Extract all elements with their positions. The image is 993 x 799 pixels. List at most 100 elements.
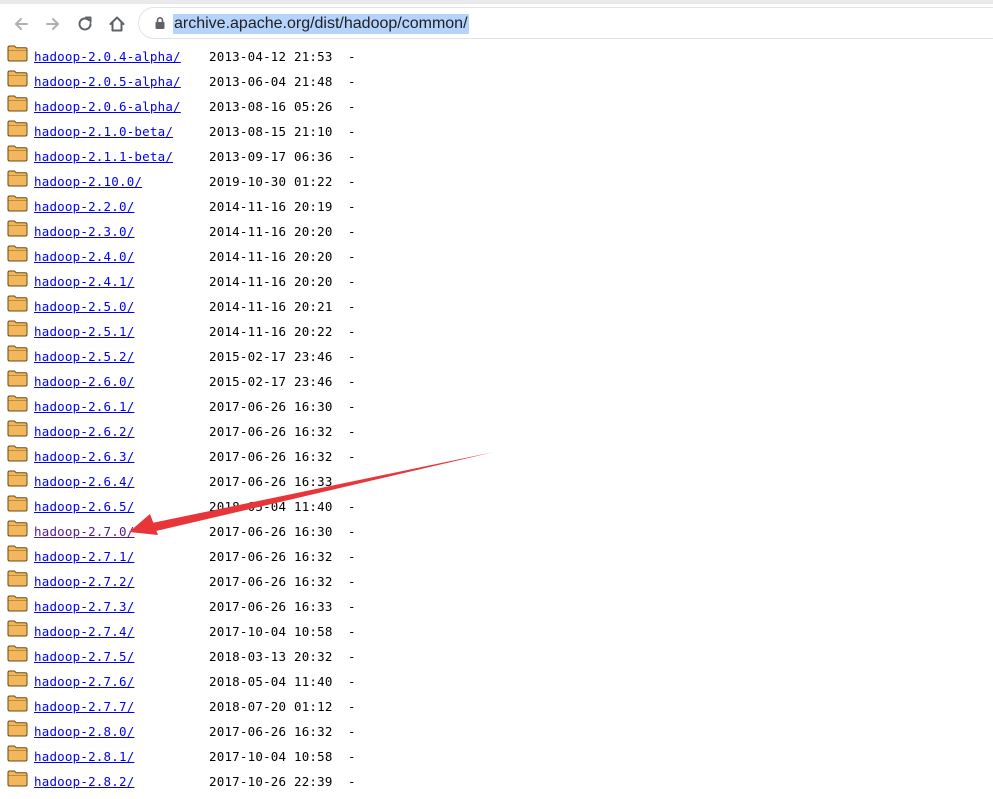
file-size: - xyxy=(348,499,356,514)
folder-link[interactable]: hadoop-2.6.0/ xyxy=(34,375,134,389)
folder-link[interactable]: hadoop-2.0.5-alpha/ xyxy=(34,75,181,89)
file-size: - xyxy=(348,774,356,789)
modified-date: 2017-06-26 16:30 xyxy=(209,399,333,414)
reload-icon xyxy=(78,16,92,31)
folder-icon xyxy=(7,470,28,487)
file-size: - xyxy=(348,474,356,489)
address-bar[interactable]: archive.apache.org/dist/hadoop/common/ xyxy=(138,7,993,39)
forward-button[interactable] xyxy=(39,10,67,38)
modified-date: 2018-03-13 20:32 xyxy=(209,649,333,664)
file-size: - xyxy=(348,749,356,764)
folder-icon xyxy=(7,170,28,187)
folder-link[interactable]: hadoop-2.7.5/ xyxy=(34,650,134,664)
list-item: hadoop-2.6.2/2017-06-26 16:32- xyxy=(0,415,993,440)
list-item: hadoop-2.6.1/2017-06-26 16:30- xyxy=(0,390,993,415)
modified-date: 2017-06-26 16:30 xyxy=(209,524,333,539)
list-item: hadoop-2.7.5/2018-03-13 20:32- xyxy=(0,640,993,665)
folder-link[interactable]: hadoop-2.0.4-alpha/ xyxy=(34,50,181,64)
folder-link[interactable]: hadoop-2.4.0/ xyxy=(34,250,134,264)
list-item: hadoop-2.7.1/2017-06-26 16:32- xyxy=(0,540,993,565)
folder-link[interactable]: hadoop-2.7.6/ xyxy=(34,675,134,689)
folder-icon xyxy=(7,270,28,287)
back-button[interactable] xyxy=(7,10,35,38)
folder-link[interactable]: hadoop-2.4.1/ xyxy=(34,275,134,289)
folder-icon xyxy=(7,345,28,362)
modified-date: 2017-06-26 16:32 xyxy=(209,549,333,564)
folder-link[interactable]: hadoop-2.8.2/ xyxy=(34,775,134,789)
folder-icon xyxy=(7,545,28,562)
folder-link[interactable]: hadoop-2.5.1/ xyxy=(34,325,134,339)
url-text[interactable]: archive.apache.org/dist/hadoop/common/ xyxy=(173,14,469,34)
file-size: - xyxy=(348,674,356,689)
file-size: - xyxy=(348,49,356,64)
list-item: hadoop-2.1.1-beta/2013-09-17 06:36- xyxy=(0,140,993,165)
folder-link[interactable]: hadoop-2.7.3/ xyxy=(34,600,134,614)
file-size: - xyxy=(348,299,356,314)
file-size: - xyxy=(348,124,356,139)
folder-link[interactable]: hadoop-2.0.6-alpha/ xyxy=(34,100,181,114)
list-item: hadoop-2.1.0-beta/2013-08-15 21:10- xyxy=(0,115,993,140)
folder-link[interactable]: hadoop-2.8.1/ xyxy=(34,750,134,764)
folder-link[interactable]: hadoop-2.6.3/ xyxy=(34,450,134,464)
folder-link[interactable]: hadoop-2.10.0/ xyxy=(34,175,142,189)
folder-icon xyxy=(7,445,28,462)
file-size: - xyxy=(348,524,356,539)
file-size: - xyxy=(348,349,356,364)
list-item: hadoop-2.7.4/2017-10-04 10:58- xyxy=(0,615,993,640)
folder-link[interactable]: hadoop-2.6.4/ xyxy=(34,475,134,489)
file-size: - xyxy=(348,324,356,339)
modified-date: 2014-11-16 20:21 xyxy=(209,299,333,314)
folder-icon xyxy=(7,670,28,687)
file-size: - xyxy=(348,724,356,739)
folder-link[interactable]: hadoop-2.7.7/ xyxy=(34,700,134,714)
folder-link[interactable]: hadoop-2.5.2/ xyxy=(34,350,134,364)
folder-icon xyxy=(7,195,28,212)
modified-date: 2015-02-17 23:46 xyxy=(209,349,333,364)
modified-date: 2017-06-26 16:32 xyxy=(209,449,333,464)
list-item: hadoop-2.6.4/2017-06-26 16:33- xyxy=(0,465,993,490)
file-size: - xyxy=(348,624,356,639)
folder-link[interactable]: hadoop-2.1.1-beta/ xyxy=(34,150,173,164)
file-size: - xyxy=(348,224,356,239)
lock-icon[interactable] xyxy=(153,16,167,30)
list-item: hadoop-2.7.0/2017-06-26 16:30- xyxy=(0,515,993,540)
list-item: hadoop-2.0.5-alpha/2013-06-04 21:48- xyxy=(0,65,993,90)
list-item: hadoop-2.6.5/2018-05-04 11:40- xyxy=(0,490,993,515)
file-size: - xyxy=(348,424,356,439)
home-button[interactable] xyxy=(103,10,131,38)
folder-link[interactable]: hadoop-2.8.0/ xyxy=(34,725,134,739)
folder-link[interactable]: hadoop-2.7.1/ xyxy=(34,550,134,564)
modified-date: 2017-10-04 10:58 xyxy=(209,749,333,764)
folder-link[interactable]: hadoop-2.7.4/ xyxy=(34,625,134,639)
folder-link[interactable]: hadoop-2.7.2/ xyxy=(34,575,134,589)
reload-button[interactable] xyxy=(71,10,99,38)
list-item: hadoop-2.7.2/2017-06-26 16:32- xyxy=(0,565,993,590)
folder-link[interactable]: hadoop-2.5.0/ xyxy=(34,300,134,314)
file-size: - xyxy=(348,149,356,164)
folder-link[interactable]: hadoop-2.6.1/ xyxy=(34,400,134,414)
folder-link[interactable]: hadoop-2.1.0-beta/ xyxy=(34,125,173,139)
modified-date: 2015-02-17 23:46 xyxy=(209,374,333,389)
folder-link[interactable]: hadoop-2.3.0/ xyxy=(34,225,134,239)
file-size: - xyxy=(348,74,356,89)
list-item: hadoop-2.5.0/2014-11-16 20:21- xyxy=(0,290,993,315)
modified-date: 2013-06-04 21:48 xyxy=(209,74,333,89)
list-item: hadoop-2.8.0/2017-06-26 16:32- xyxy=(0,715,993,740)
modified-date: 2017-06-26 16:32 xyxy=(209,724,333,739)
folder-link[interactable]: hadoop-2.6.2/ xyxy=(34,425,134,439)
modified-date: 2017-06-26 16:32 xyxy=(209,574,333,589)
file-size: - xyxy=(348,249,356,264)
folder-icon xyxy=(7,320,28,337)
file-size: - xyxy=(348,549,356,564)
folder-link[interactable]: hadoop-2.2.0/ xyxy=(34,200,134,214)
folder-icon xyxy=(7,370,28,387)
file-size: - xyxy=(348,99,356,114)
folder-link[interactable]: hadoop-2.6.5/ xyxy=(34,500,134,514)
folder-icon xyxy=(7,395,28,412)
folder-link[interactable]: hadoop-2.7.0/ xyxy=(34,525,134,539)
folder-icon xyxy=(7,295,28,312)
modified-date: 2017-10-04 10:58 xyxy=(209,624,333,639)
folder-icon xyxy=(7,595,28,612)
list-item: hadoop-2.6.3/2017-06-26 16:32- xyxy=(0,440,993,465)
modified-date: 2017-06-26 16:33 xyxy=(209,599,333,614)
